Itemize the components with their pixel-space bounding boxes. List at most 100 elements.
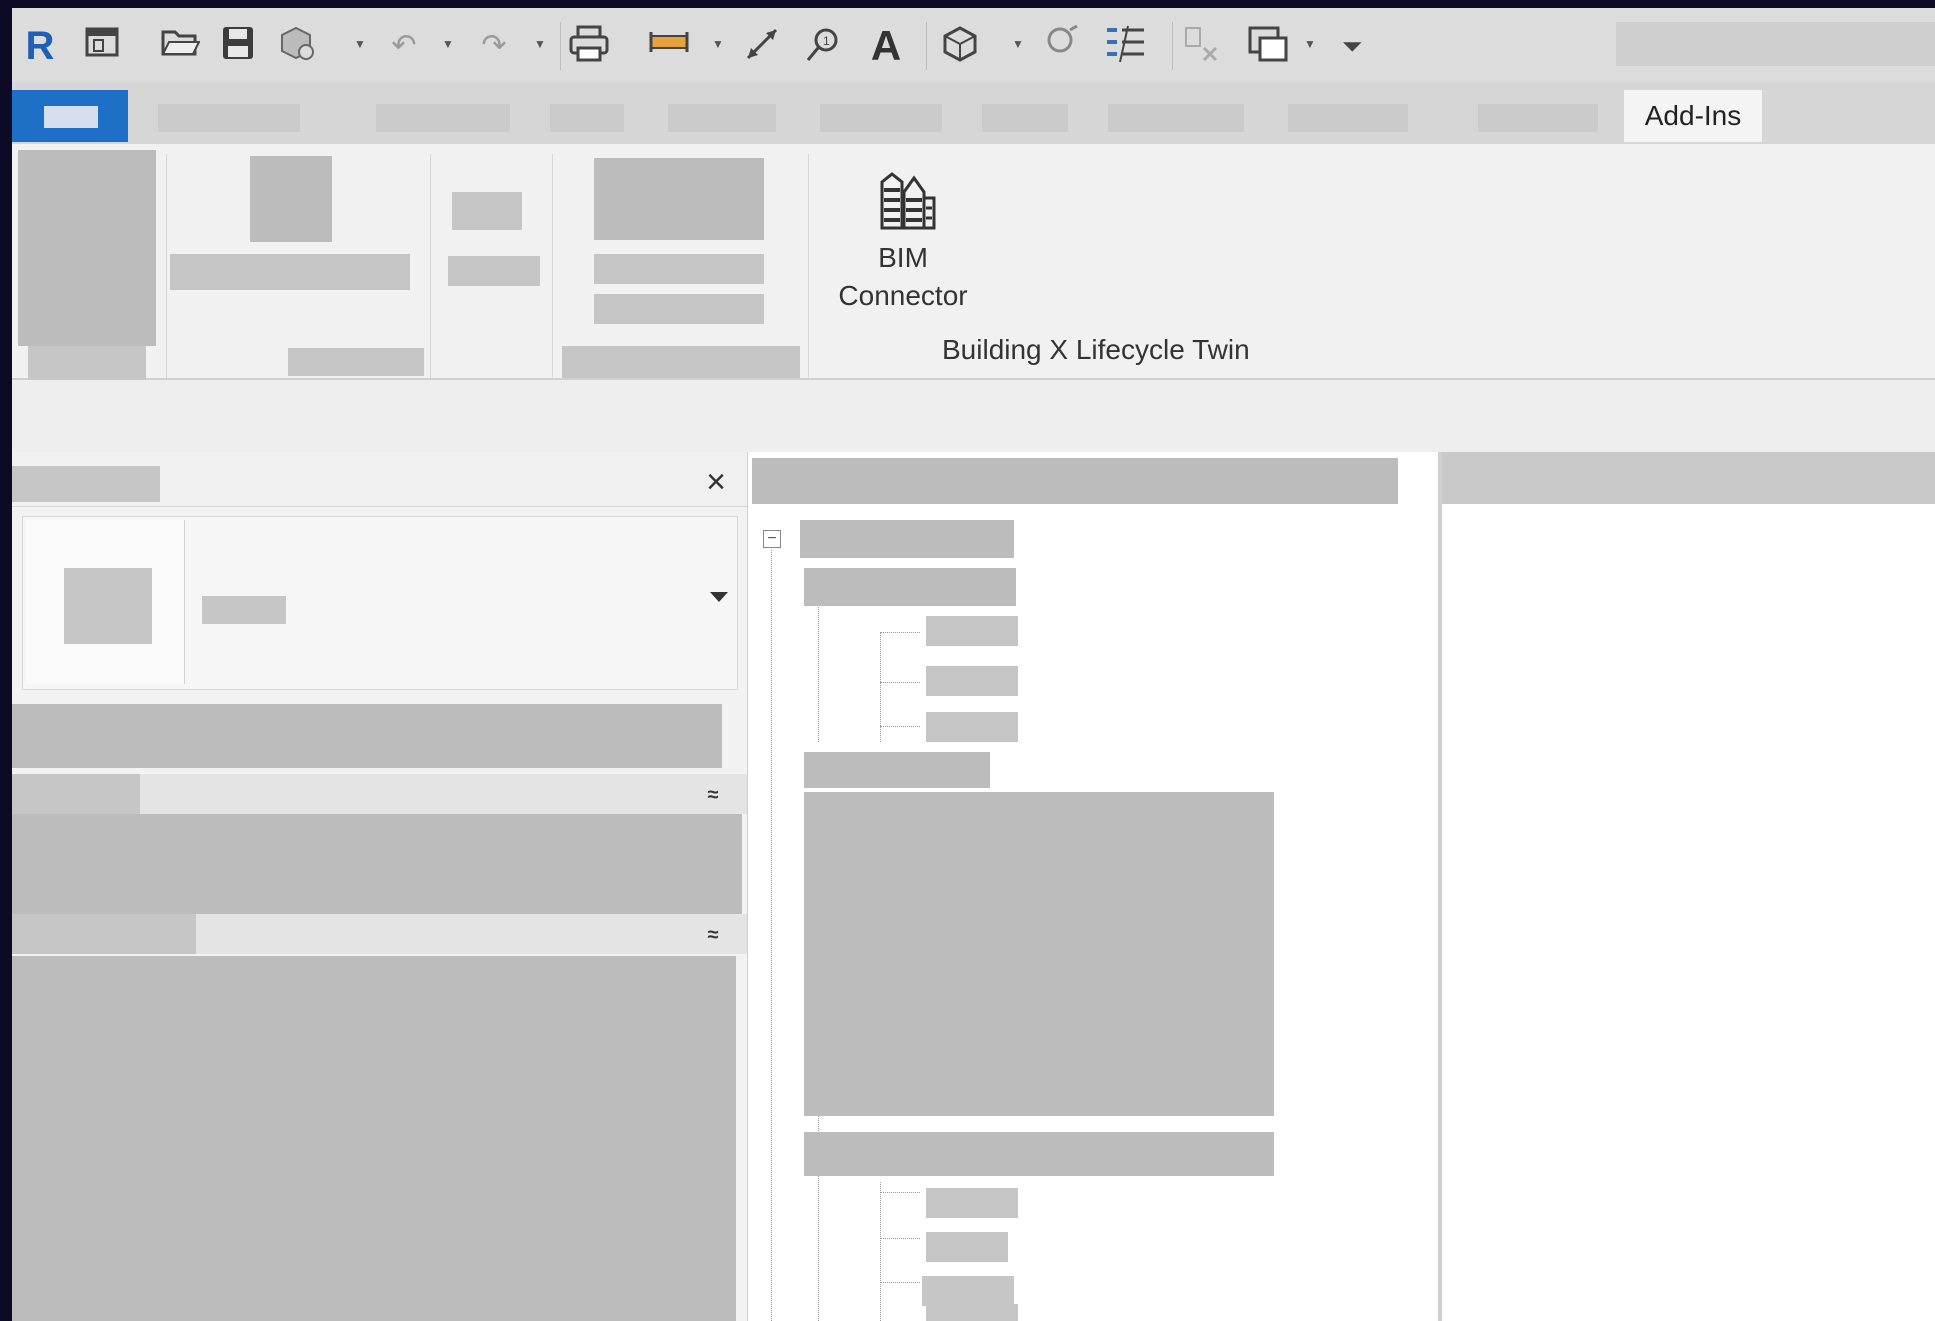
property-group-label-redacted: [12, 914, 196, 954]
tree-node-redacted[interactable]: [804, 752, 990, 788]
svg-text:1: 1: [823, 34, 830, 48]
tab-redacted[interactable]: [376, 104, 510, 132]
tab-redacted[interactable]: [1288, 104, 1408, 132]
tree-leaf-redacted[interactable]: [926, 712, 1018, 742]
panel-label-redacted: [288, 348, 424, 376]
chevron-down-icon[interactable]: ▼: [712, 34, 724, 54]
instance-selector-redacted[interactable]: [12, 704, 722, 768]
tab-redacted[interactable]: [1478, 104, 1598, 132]
tree-leaf-redacted[interactable]: [926, 1232, 1008, 1262]
file-tab[interactable]: [12, 90, 128, 142]
undo-icon[interactable]: ↶: [384, 24, 424, 68]
ribbon-button-label-redacted: [594, 294, 764, 324]
thin-lines-icon[interactable]: [1104, 24, 1144, 68]
panel-separator: [430, 154, 431, 378]
panel-separator: [552, 154, 553, 378]
chevron-down-icon[interactable]: ▼: [1304, 34, 1316, 54]
chevron-down-icon[interactable]: ▼: [534, 34, 546, 54]
toolbar-separator: [560, 22, 561, 70]
panel-label-redacted: [28, 346, 146, 380]
ribbon-button-redacted[interactable]: [18, 150, 156, 346]
tree-node-redacted[interactable]: [804, 568, 1016, 606]
building-icon: [876, 168, 936, 232]
ribbon-button-label-redacted: [594, 254, 764, 284]
collapse-icon[interactable]: ≈: [702, 782, 724, 808]
options-bar: [12, 380, 1935, 452]
tree-line: [880, 726, 920, 727]
chevron-down-icon[interactable]: ▼: [354, 34, 366, 54]
chevron-down-icon[interactable]: ▼: [442, 34, 454, 54]
chevron-down-icon[interactable]: [710, 592, 728, 602]
panel-separator: [808, 154, 809, 378]
tab-redacted[interactable]: [1108, 104, 1244, 132]
switch-windows-icon[interactable]: [1246, 24, 1288, 68]
tree-node-root-redacted[interactable]: [800, 520, 1014, 558]
customize-icon[interactable]: ⏷: [1332, 24, 1372, 68]
properties-palette: × ≈ ≈: [12, 452, 748, 1321]
toolbar-separator: [1172, 22, 1173, 70]
ribbon-button-icon-redacted[interactable]: [250, 156, 332, 242]
tree-leaf-redacted[interactable]: [922, 1276, 1014, 1306]
close-icon[interactable]: ×: [696, 462, 736, 502]
print-icon[interactable]: [568, 24, 609, 68]
tab-redacted[interactable]: [668, 104, 776, 132]
ribbon-button-label-redacted: [170, 254, 410, 290]
ribbon-button-label-redacted: [448, 256, 540, 286]
tree-collapse-icon[interactable]: −: [763, 530, 781, 548]
file-tab-label: [44, 106, 98, 128]
close-hidden-icon[interactable]: [1182, 24, 1222, 68]
tree-line: [880, 632, 920, 633]
3d-view-icon[interactable]: [940, 24, 980, 68]
chevron-down-icon[interactable]: ▼: [1012, 34, 1024, 54]
tab-redacted[interactable]: [550, 104, 624, 132]
bim-connector-button[interactable]: BIM Connector: [818, 164, 988, 324]
tree-leaf-redacted[interactable]: [926, 616, 1018, 646]
toolbar-separator: [926, 22, 927, 70]
home-icon[interactable]: [82, 24, 122, 68]
section-icon[interactable]: [1042, 24, 1082, 68]
tab-redacted[interactable]: [820, 104, 942, 132]
view-tab-bar-redacted[interactable]: [1442, 452, 1935, 504]
tree-leaf-redacted[interactable]: [926, 1304, 1018, 1321]
tab-add-ins[interactable]: Add-Ins: [1624, 90, 1762, 142]
type-name-redacted: [202, 596, 286, 624]
revit-logo-icon[interactable]: R: [20, 24, 60, 68]
ribbon-button-icon-redacted[interactable]: [452, 192, 522, 230]
project-browser: −: [748, 452, 1442, 1321]
tree-line: [880, 682, 920, 683]
tree-leaf-redacted[interactable]: [926, 666, 1018, 696]
tree-node-redacted[interactable]: [804, 1132, 1274, 1176]
sync-icon[interactable]: [276, 24, 316, 68]
ribbon-button-icon-redacted[interactable]: [594, 158, 764, 240]
tree-line: [818, 602, 819, 742]
collapse-icon[interactable]: ≈: [702, 922, 724, 948]
bim-connector-label-line1: BIM: [878, 242, 928, 273]
property-group-label-redacted: [12, 774, 140, 814]
panel-separator: [166, 154, 167, 378]
redo-icon[interactable]: ↷: [474, 24, 514, 68]
save-icon[interactable]: [218, 24, 258, 68]
text-icon[interactable]: A: [866, 24, 906, 68]
panel-label-redacted: [562, 346, 800, 378]
properties-title-redacted: [12, 466, 160, 502]
view-area[interactable]: [1442, 452, 1935, 1321]
tree-line: [880, 1192, 920, 1193]
tree-line: [818, 1082, 819, 1321]
tree-nodes-redacted[interactable]: [804, 792, 1274, 1116]
measure-icon[interactable]: [648, 24, 689, 68]
tag-icon[interactable]: 1: [802, 24, 842, 68]
ribbon-tab-row: Add-Ins: [12, 82, 1935, 144]
tree-leaf-redacted[interactable]: [926, 1188, 1018, 1218]
ribbon-panel-area: BIM Connector Building X Lifecycle Twin: [12, 144, 1935, 380]
open-icon[interactable]: [160, 24, 201, 68]
panel-title: Building X Lifecycle Twin: [942, 334, 1250, 365]
title-redacted: [1616, 22, 1935, 66]
tab-redacted[interactable]: [158, 104, 300, 132]
tree-line: [771, 550, 772, 1321]
tree-line: [880, 1238, 920, 1239]
tab-redacted[interactable]: [982, 104, 1068, 132]
property-rows-redacted: [12, 956, 736, 1321]
dimension-icon[interactable]: [742, 24, 782, 68]
project-browser-title-redacted: [752, 458, 1398, 504]
quick-access-toolbar: R ▼ ↶ ▼ ↷ ▼ ▼ 1 A ▼ ▼ ⏷: [12, 8, 1935, 82]
